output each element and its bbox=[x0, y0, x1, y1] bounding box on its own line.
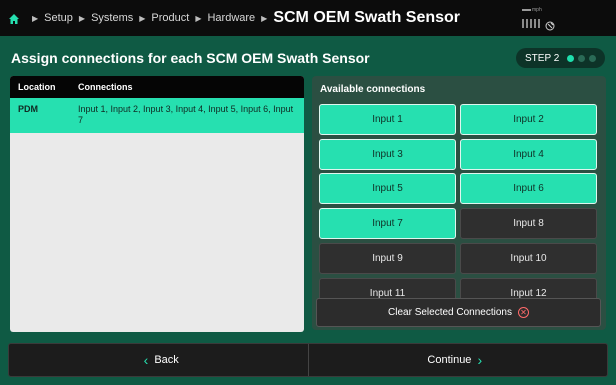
connection-button[interactable]: Input 8 bbox=[460, 208, 597, 240]
speed-unit: mph bbox=[532, 7, 542, 13]
table-row[interactable]: PDM Input 1, Input 2, Input 3, Input 4, … bbox=[10, 98, 304, 133]
close-circle-icon: ✕ bbox=[517, 307, 529, 318]
step-dot-active bbox=[567, 54, 575, 62]
page-title: SCM OEM Swath Sensor bbox=[273, 9, 461, 26]
breadcrumb-systems[interactable]: Systems bbox=[91, 12, 133, 24]
continue-button[interactable]: Continue › bbox=[307, 344, 608, 376]
step-dot bbox=[578, 54, 586, 62]
breadcrumb-setup[interactable]: Setup bbox=[44, 12, 73, 24]
chevron-right-icon: › bbox=[477, 352, 483, 368]
connection-button[interactable]: Input 4 bbox=[460, 138, 597, 170]
speed-value-placeholder bbox=[522, 9, 531, 11]
connection-button[interactable]: Input 5 bbox=[319, 173, 456, 205]
breadcrumb-hardware[interactable]: Hardware bbox=[207, 12, 255, 24]
chevron-right-icon: ▶ bbox=[261, 13, 268, 23]
gps-satellite-icon bbox=[545, 18, 555, 36]
row-location: PDM bbox=[18, 104, 38, 114]
connection-button[interactable]: Input 3 bbox=[319, 138, 456, 170]
connection-button-grid[interactable]: Input 1 Input 2 Input 3 Input 4 Input 5 Input… bbox=[319, 104, 601, 299]
column-header-location: Location bbox=[18, 82, 56, 92]
chevron-right-icon: ▶ bbox=[139, 13, 146, 23]
clear-selected-label: Clear Selected Connections bbox=[388, 307, 512, 318]
breadcrumb-product[interactable]: Product bbox=[151, 12, 189, 24]
row-connections: Input 1, Input 2, Input 3, Input 4, Inpu… bbox=[78, 104, 294, 125]
signal-bars-icon bbox=[522, 19, 540, 28]
continue-label: Continue bbox=[427, 354, 472, 366]
step-label: STEP 2 bbox=[525, 52, 560, 64]
back-label: Back bbox=[154, 354, 179, 366]
connection-button[interactable]: Input 6 bbox=[460, 173, 597, 205]
bottom-navigation: ‹ Back Continue › bbox=[8, 343, 608, 377]
step-indicator: STEP 2 bbox=[516, 48, 605, 68]
connection-button[interactable]: Input 9 bbox=[319, 242, 456, 274]
column-header-connections: Connections bbox=[78, 82, 133, 92]
connection-button[interactable]: Input 11 bbox=[319, 277, 456, 299]
status-indicators: mph bbox=[522, 6, 555, 32]
connection-button[interactable]: Input 1 bbox=[319, 104, 456, 135]
panel-title: Available connections bbox=[320, 84, 426, 95]
available-connections-panel: Available connections Input 1 Input 2 Inpu… bbox=[312, 76, 606, 330]
home-icon[interactable] bbox=[8, 12, 20, 24]
location-table: Location Connections PDM Input 1, Input … bbox=[10, 76, 304, 332]
back-button[interactable]: ‹ Back bbox=[9, 344, 308, 376]
connection-button[interactable]: Input 2 bbox=[460, 104, 597, 135]
table-header: Location Connections bbox=[10, 76, 304, 98]
chevron-right-icon: ▶ bbox=[195, 13, 202, 23]
step-dot bbox=[589, 54, 597, 62]
connection-button[interactable]: Input 7 bbox=[319, 208, 456, 240]
chevron-left-icon: ‹ bbox=[143, 352, 149, 368]
connection-button[interactable]: Input 12 bbox=[460, 277, 597, 299]
section-heading: Assign connections for each SCM OEM Swat… bbox=[11, 50, 370, 66]
connection-button[interactable]: Input 10 bbox=[460, 242, 597, 274]
chevron-right-icon: ▶ bbox=[32, 13, 39, 23]
top-bar: ▶ Setup ▶ Systems ▶ Product ▶ Hardware ▶… bbox=[0, 0, 616, 36]
chevron-right-icon: ▶ bbox=[78, 13, 86, 23]
clear-selected-button[interactable]: Clear Selected Connections ✕ bbox=[316, 298, 601, 327]
